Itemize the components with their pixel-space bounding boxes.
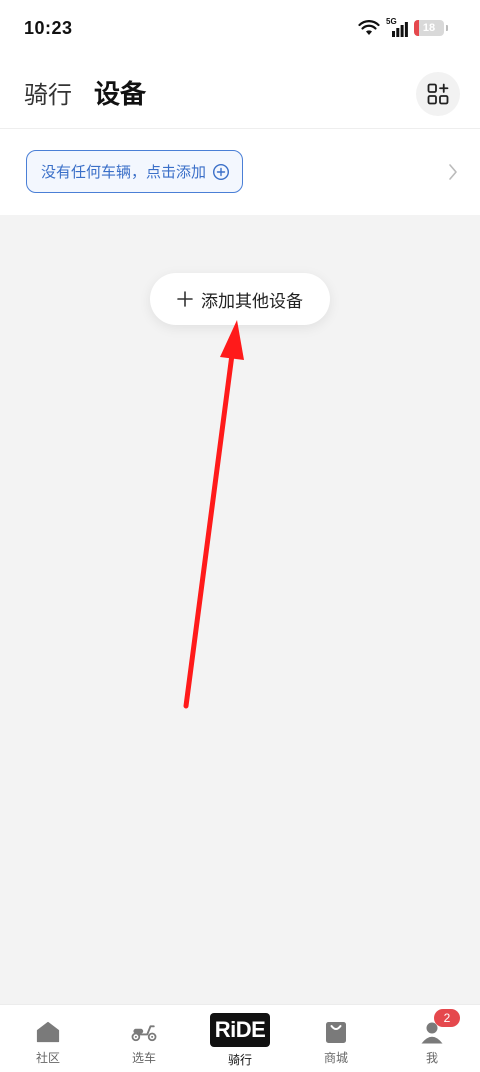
annotation-arrow [183,320,244,709]
status-icons: 5G 18 [358,17,448,37]
add-other-device-button[interactable]: 添加其他设备 [150,273,330,325]
bottom-navigation: 社区 选车 RiDE 骑行 商城 2 我 [0,1004,480,1072]
top-tab-bar: 骑行 设备 [0,56,480,128]
plus-circle-icon [213,163,230,180]
nav-ride[interactable]: RiDE 骑行 [192,1005,288,1072]
nav-choose-vehicle-label: 选车 [131,1051,156,1065]
home-icon [35,1019,61,1045]
vehicle-section: 没有任何车辆，点击添加 [0,129,480,215]
nav-me[interactable]: 2 我 [384,1005,480,1072]
nav-shop[interactable]: 商城 [288,1005,384,1072]
battery-cap [446,25,448,31]
cellular-signal-icon: 5G [386,17,408,37]
wifi-icon [358,20,380,35]
status-time: 10:23 [24,17,73,38]
nav-me-label: 我 [425,1051,438,1065]
shop-bag-icon [323,1019,349,1045]
device-list-area: 添加其他设备 [0,215,480,1004]
battery-percent: 18 [422,22,436,34]
battery-level-fill [414,20,420,36]
tab-ride[interactable]: 骑行 [24,75,72,110]
scooter-icon [131,1019,157,1045]
nav-community-label: 社区 [35,1051,60,1065]
status-bar: 10:23 5G 18 [0,0,480,56]
battery-icon: 18 [414,20,444,36]
notification-badge: 2 [433,1009,460,1027]
nav-shop-label: 商城 [323,1051,348,1065]
add-device-grid-button[interactable] [416,72,460,116]
chevron-right-icon[interactable] [448,163,458,181]
add-vehicle-button[interactable]: 没有任何车辆，点击添加 [26,150,244,193]
plus-icon [177,291,193,307]
tab-device[interactable]: 设备 [94,74,146,111]
add-vehicle-label: 没有任何车辆，点击添加 [41,163,207,181]
nav-ride-label: 骑行 [227,1053,252,1067]
nav-choose-vehicle[interactable]: 选车 [96,1005,192,1072]
add-other-device-label: 添加其他设备 [201,291,303,312]
ride-logo: RiDE [210,1013,270,1047]
grid-add-icon [427,83,449,105]
nav-community[interactable]: 社区 [0,1005,96,1072]
